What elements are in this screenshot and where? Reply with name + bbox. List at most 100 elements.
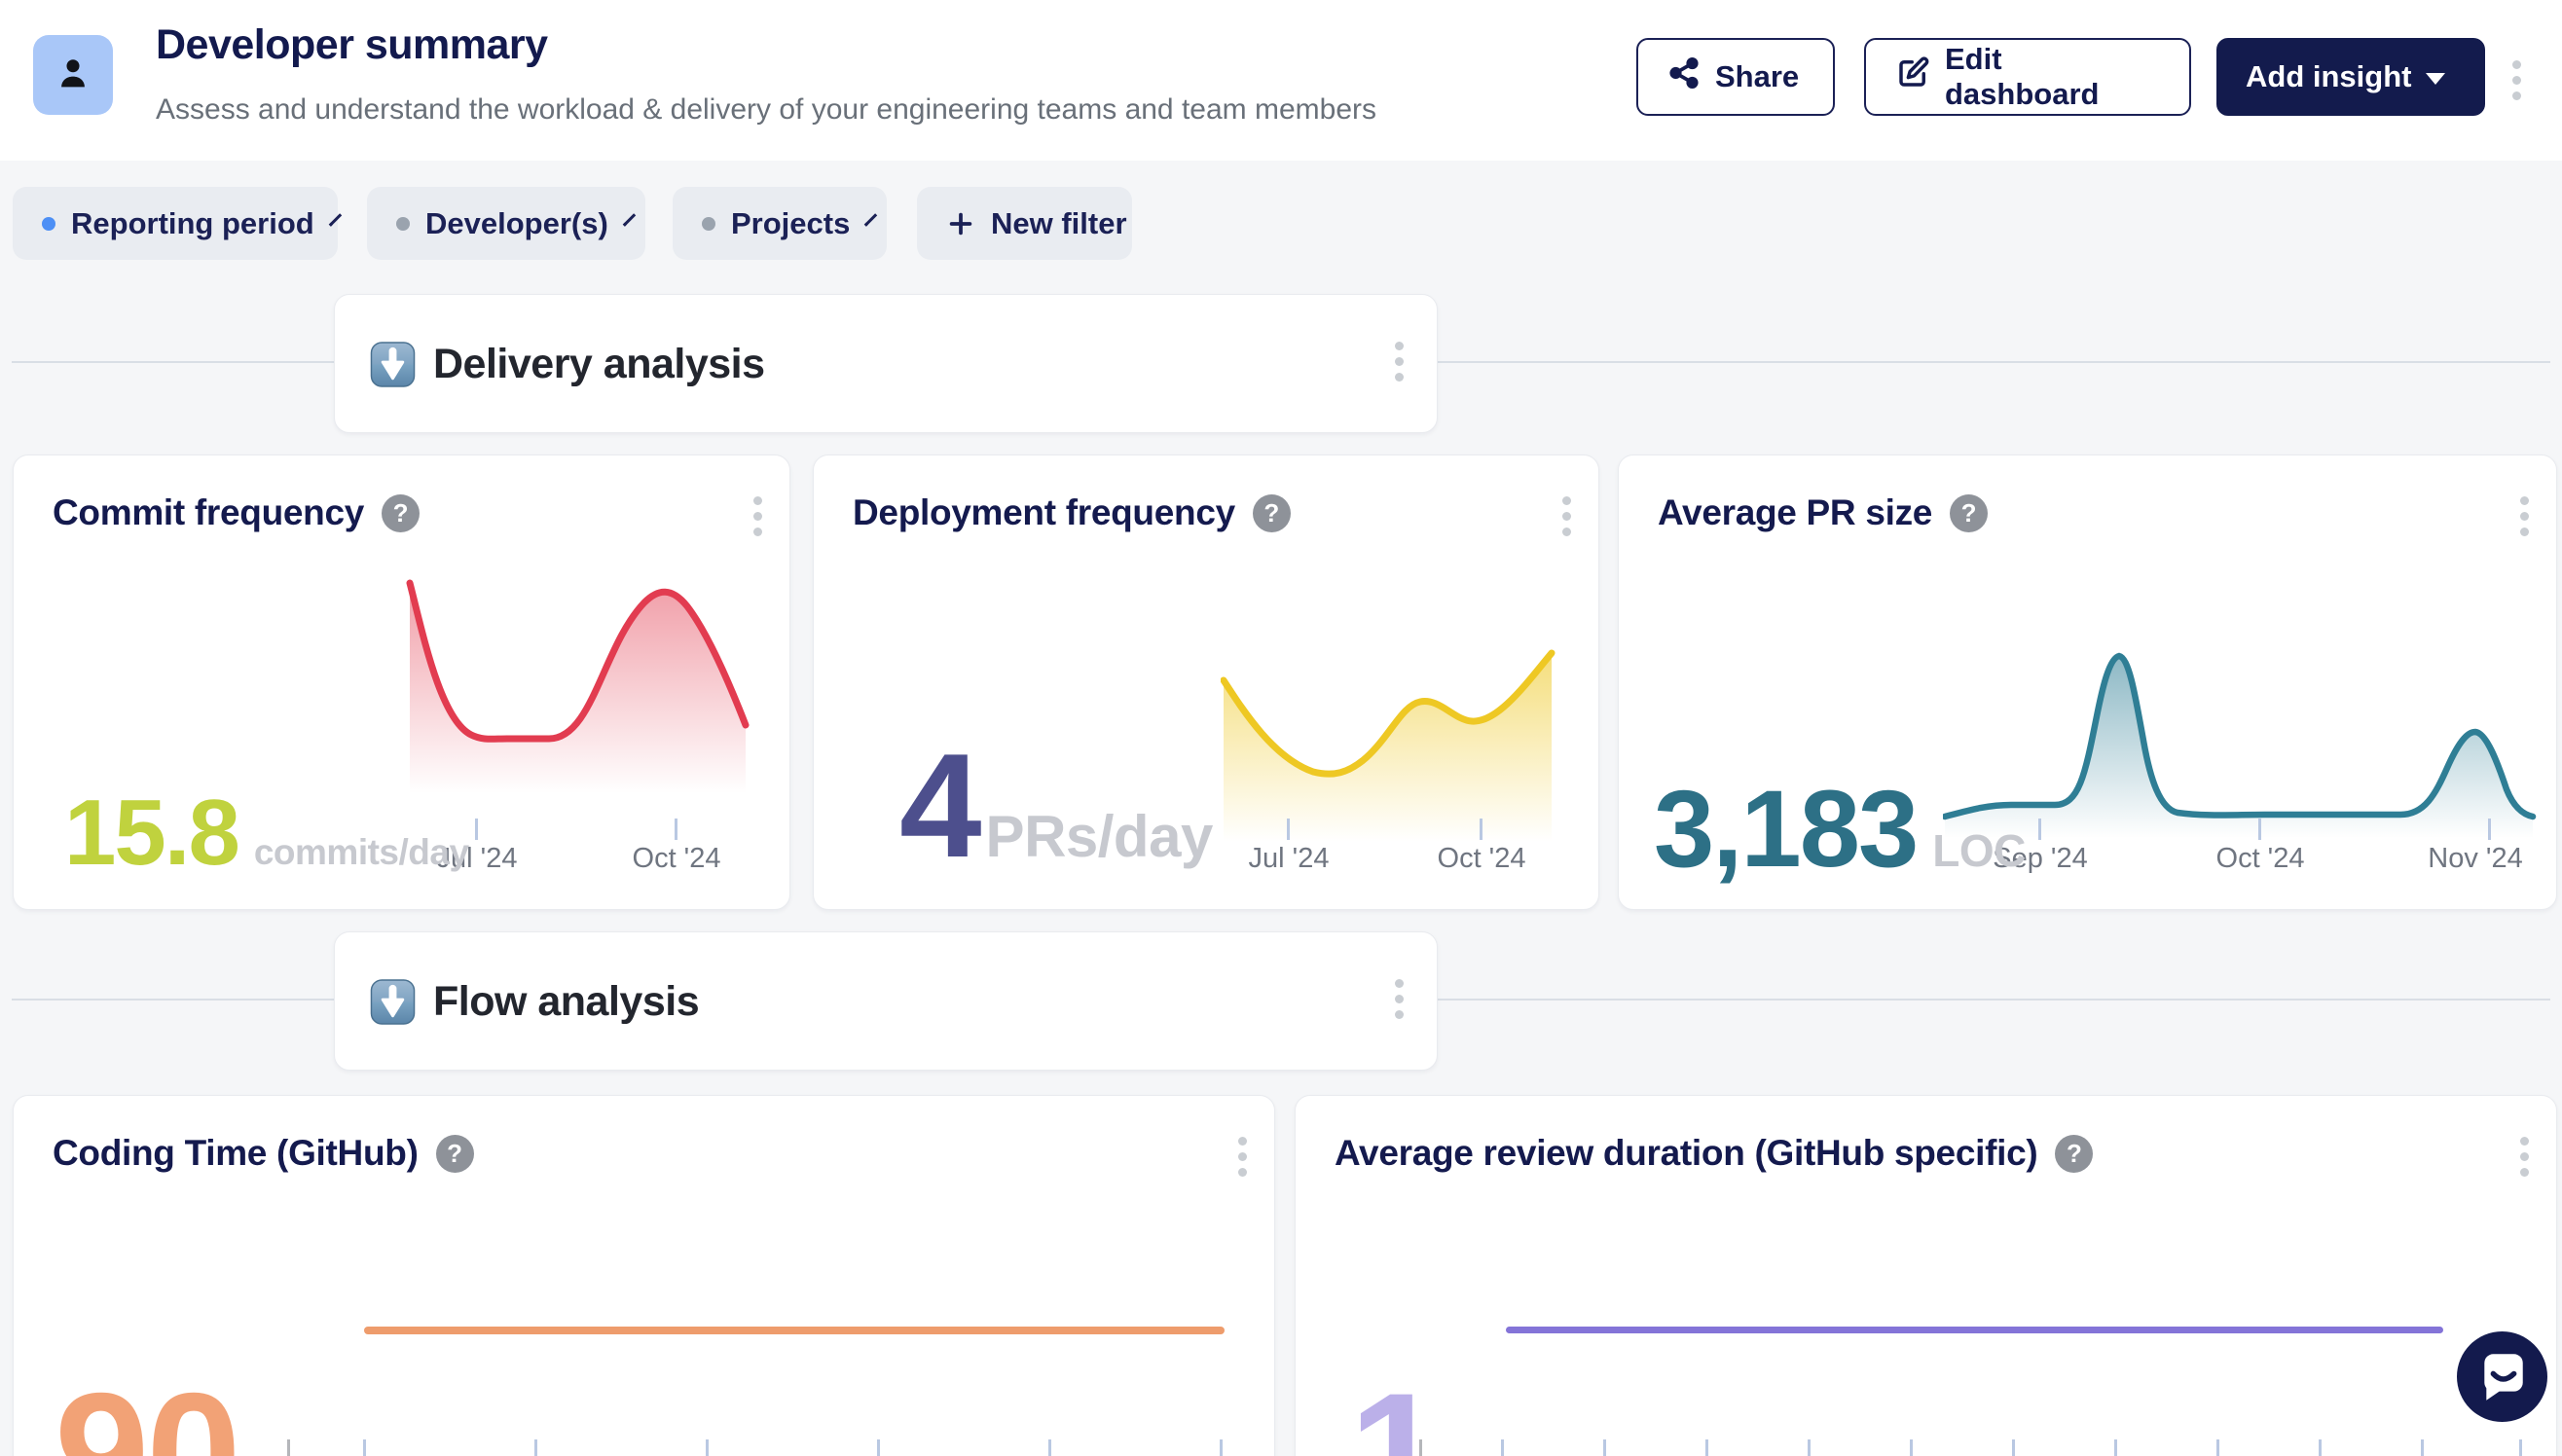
deployment-frequency-unit: PRs/day [986, 803, 1213, 870]
average-pr-size-title: Average PR size [1658, 492, 1932, 533]
header-overflow-menu-button[interactable] [2512, 60, 2521, 100]
average-pr-size-menu-button[interactable] [2520, 496, 2529, 536]
new-filter-label: New filter [991, 206, 1127, 241]
x-axis-tick [2038, 819, 2041, 840]
add-insight-label: Add insight [2246, 59, 2411, 94]
edit-dashboard-label: Edit dashboard [1945, 42, 2160, 112]
review-duration-trend-line [1506, 1327, 2443, 1333]
chevron-down-icon [329, 213, 342, 226]
edit-icon [1895, 55, 1930, 98]
commit-frequency-title: Commit frequency [53, 492, 364, 533]
filter-projects[interactable]: Projects [673, 187, 887, 260]
card-coding-time: Coding Time (GitHub) ? 90 [13, 1095, 1275, 1456]
x-axis-tick [534, 1439, 537, 1456]
x-axis-tick [706, 1439, 709, 1456]
plus-icon [946, 209, 975, 238]
x-axis-tick [287, 1439, 290, 1456]
x-axis-tick [877, 1439, 880, 1456]
deployment-frequency-title: Deployment frequency [853, 492, 1235, 533]
coding-time-title: Coding Time (GitHub) [53, 1133, 419, 1174]
topbar: Developer summary Assess and understand … [0, 0, 2562, 161]
x-axis-tick [2319, 1439, 2322, 1456]
section-title-flow: Flow analysis [433, 978, 699, 1026]
share-icon [1667, 56, 1701, 97]
x-axis-tick [2488, 819, 2491, 840]
inactive-filter-dot [396, 217, 410, 231]
x-axis-tick [1910, 1439, 1913, 1456]
deployment-frequency-menu-button[interactable] [1562, 496, 1571, 536]
x-axis-tick [2519, 1439, 2522, 1456]
x-axis-tick [2114, 1439, 2117, 1456]
x-axis-tick [2216, 1439, 2219, 1456]
chevron-down-icon [864, 213, 877, 226]
filter-developers[interactable]: Developer(s) [367, 187, 645, 260]
average-pr-size-sparkline [1943, 604, 2537, 848]
active-filter-dot [42, 217, 55, 231]
card-review-duration: Average review duration (GitHub specific… [1295, 1095, 2557, 1456]
commit-frequency-unit: commits/day [254, 832, 469, 873]
deployment-frequency-value: 4 [899, 732, 980, 880]
x-axis-tick [1480, 819, 1482, 840]
section-flow-menu-button[interactable] [1395, 979, 1404, 1019]
filter-reporting-period-label: Reporting period [71, 206, 314, 241]
x-axis-tick [1220, 1439, 1223, 1456]
help-icon[interactable]: ? [1950, 494, 1988, 532]
x-axis-label: Oct '24 [1438, 843, 1526, 875]
filter-reporting-period[interactable]: Reporting period [13, 187, 338, 260]
x-axis-label: Oct '24 [2216, 843, 2305, 875]
chat-bubble-smile-icon [2457, 1409, 2547, 1426]
x-axis-tick [1603, 1439, 1606, 1456]
coding-time-value: 90 [55, 1368, 238, 1456]
x-axis-label: Jul '24 [1249, 843, 1330, 875]
caret-down-icon [2426, 73, 2445, 85]
x-axis-tick [363, 1439, 366, 1456]
edit-dashboard-button[interactable]: Edit dashboard [1864, 38, 2191, 116]
filter-developers-label: Developer(s) [425, 206, 608, 241]
person-icon [51, 51, 95, 100]
help-icon[interactable]: ? [436, 1135, 474, 1173]
filter-projects-label: Projects [731, 206, 850, 241]
coding-time-menu-button[interactable] [1238, 1137, 1247, 1177]
average-pr-size-unit: LOC [1932, 824, 2026, 877]
x-axis-tick [1287, 819, 1290, 840]
share-button[interactable]: Share [1636, 38, 1835, 116]
share-button-label: Share [1715, 59, 1799, 94]
x-axis-tick [1501, 1439, 1504, 1456]
section-delivery-menu-button[interactable] [1395, 342, 1404, 382]
help-icon[interactable]: ? [382, 494, 420, 532]
section-title-delivery: Delivery analysis [433, 341, 765, 388]
page-title: Developer summary [156, 21, 548, 69]
x-axis-tick [1705, 1439, 1708, 1456]
dashboard-avatar [33, 35, 113, 115]
x-axis-tick [675, 819, 677, 840]
x-axis-label: Oct '24 [633, 843, 721, 875]
help-icon[interactable]: ? [2055, 1135, 2093, 1173]
down-arrow-emoji-icon [370, 341, 416, 388]
chevron-down-icon [623, 213, 636, 226]
deployment-frequency-sparkline [1221, 645, 1556, 852]
card-average-pr-size: Average PR size ? Sep '24 Oct '24 Nov '2… [1618, 455, 2557, 910]
developer-summary-dashboard: Developer summary Assess and understand … [0, 0, 2562, 1456]
card-deployment-frequency: Deployment frequency ? Jul '24 Oct '24 4… [813, 455, 1599, 910]
coding-time-trend-line [364, 1327, 1225, 1334]
new-filter-button[interactable]: New filter [917, 187, 1132, 260]
commit-frequency-sparkline [403, 573, 753, 817]
chat-launcher-button[interactable] [2457, 1331, 2547, 1422]
x-axis-label: Nov '24 [2428, 843, 2522, 875]
down-arrow-emoji-icon [370, 978, 416, 1026]
inactive-filter-dot [702, 217, 715, 231]
x-axis-tick [2421, 1439, 2424, 1456]
x-axis-tick [1048, 1439, 1051, 1456]
section-header-flow-analysis: Flow analysis [334, 931, 1438, 1071]
page-subtitle: Assess and understand the workload & del… [156, 93, 1376, 127]
x-axis-tick [1419, 1439, 1422, 1456]
commit-frequency-menu-button[interactable] [753, 496, 762, 536]
review-duration-menu-button[interactable] [2520, 1137, 2529, 1177]
help-icon[interactable]: ? [1253, 494, 1291, 532]
review-duration-title: Average review duration (GitHub specific… [1335, 1133, 2037, 1174]
add-insight-button[interactable]: Add insight [2216, 38, 2485, 116]
x-axis-tick [475, 819, 478, 840]
card-commit-frequency: Commit frequency ? Jul '24 Oct '24 15.8 … [13, 455, 790, 910]
section-header-delivery-analysis: Delivery analysis [334, 294, 1438, 433]
x-axis-tick [2012, 1439, 2015, 1456]
